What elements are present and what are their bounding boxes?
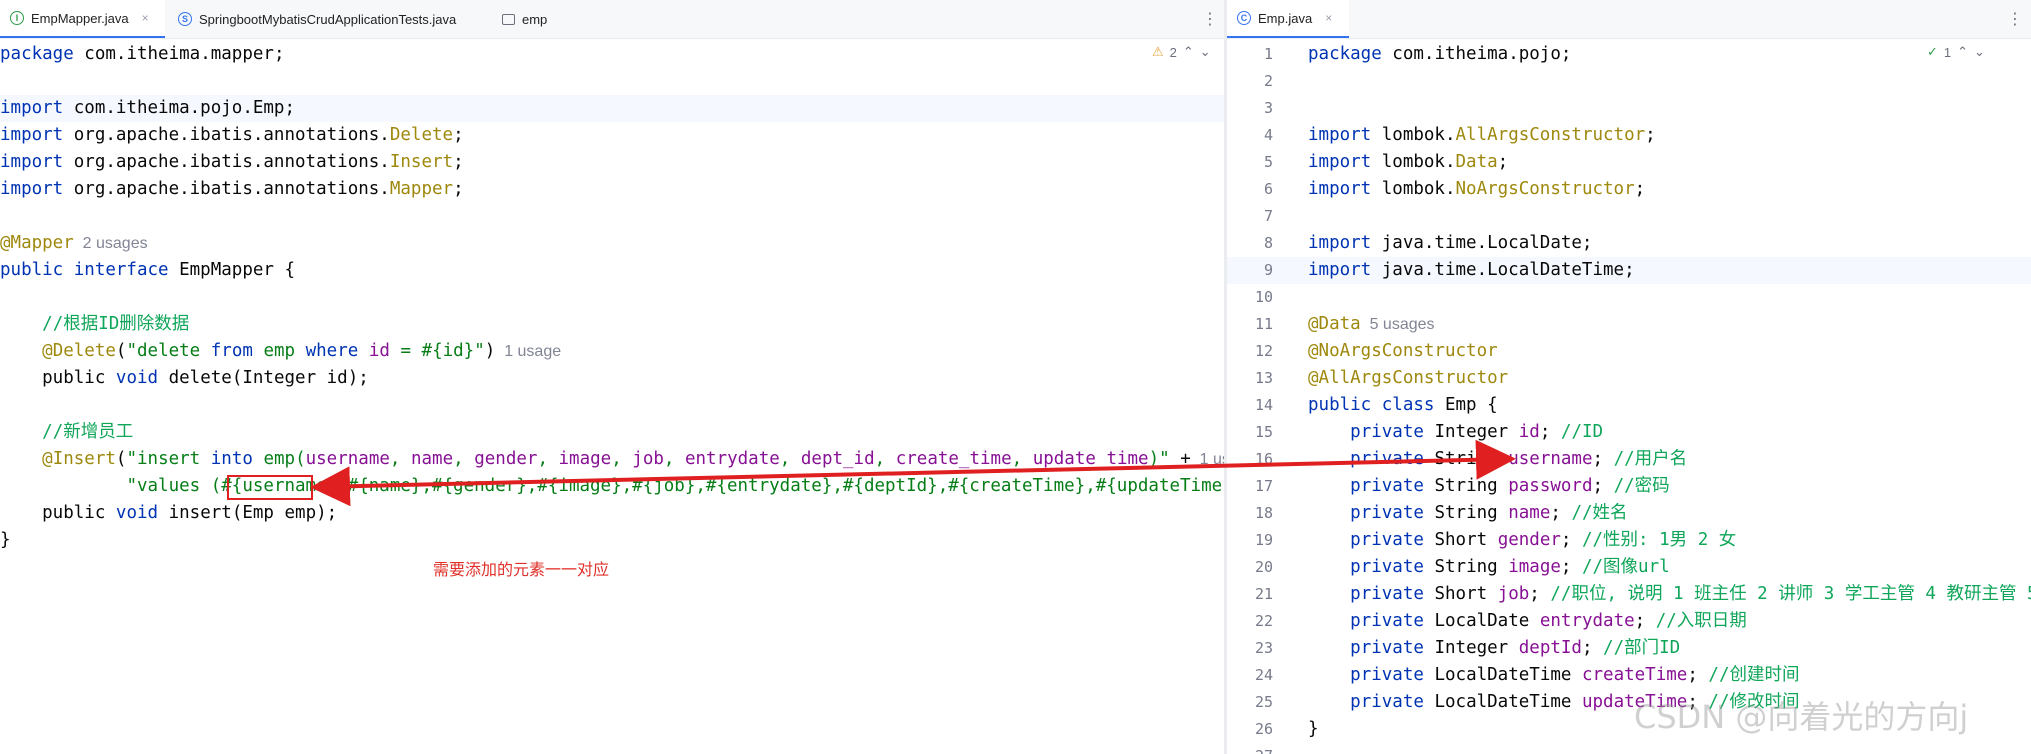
annotation-arrow: [310, 439, 1516, 507]
